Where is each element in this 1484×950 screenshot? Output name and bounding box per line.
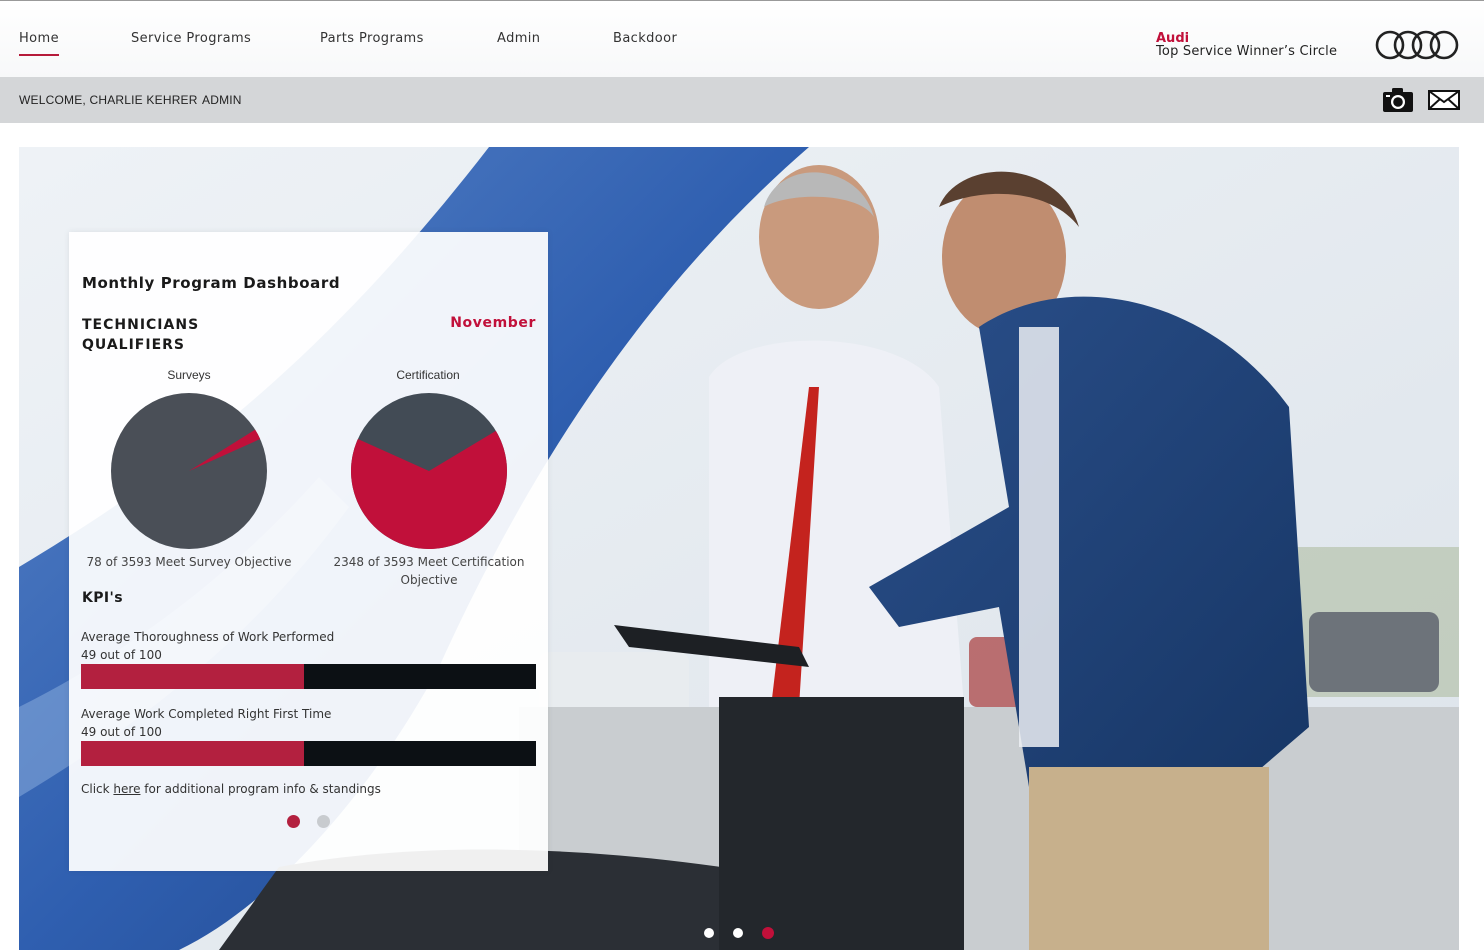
audi-rings-icon[interactable] [1375, 29, 1461, 61]
card-carousel-dot-1[interactable] [287, 815, 300, 828]
kpi-1-name: Average Thoroughness of Work Performed [81, 630, 335, 644]
section-title: TECHNICIANS QUALIFIERS [82, 315, 199, 355]
brand-subtitle: Top Service Winner’s Circle [1156, 44, 1338, 59]
certification-caption-line2: Objective [400, 573, 458, 587]
kpi-2-value: 49 out of 100 [81, 725, 162, 739]
admin-link[interactable]: ADMIN [202, 93, 242, 107]
hero-carousel-dot-3[interactable] [762, 927, 774, 939]
section-title-line2: QUALIFIERS [82, 337, 186, 353]
mail-icon[interactable] [1428, 90, 1460, 110]
kpi-1-progress-fill [81, 664, 304, 689]
camera-icon[interactable] [1382, 87, 1414, 113]
dashboard-month: November [450, 315, 536, 331]
section-title-line1: TECHNICIANS [82, 317, 200, 333]
nav-home[interactable]: Home [19, 31, 59, 56]
dashboard-title: Monthly Program Dashboard [82, 274, 341, 292]
kpi-2-name: Average Work Completed Right First Time [81, 707, 332, 721]
nav-backdoor[interactable]: Backdoor [613, 31, 677, 46]
card-carousel-dot-2[interactable] [317, 815, 330, 828]
certification-pie-label: Certification [396, 368, 460, 382]
surveys-pie-label: Surveys [167, 368, 211, 382]
hero-carousel-dot-2[interactable] [733, 928, 743, 938]
additional-info-link[interactable]: here [113, 782, 140, 796]
footer-prefix: Click [81, 782, 114, 796]
nav-parts-programs[interactable]: Parts Programs [320, 31, 424, 46]
surveys-pie-chart[interactable] [110, 392, 268, 550]
welcome-bar: WELCOME, CHARLIE KEHRER ADMIN [0, 77, 1484, 123]
kpi-1-value: 49 out of 100 [81, 648, 162, 662]
monthly-dashboard-card: Monthly Program Dashboard TECHNICIANS QU… [69, 232, 548, 871]
welcome-greeting: WELCOME, CHARLIE KEHRER [19, 93, 198, 107]
brand-block: Audi Top Service Winner’s Circle [1156, 32, 1337, 58]
kpi-2-progress-fill [81, 741, 304, 766]
hero-carousel-dot-1[interactable] [704, 928, 714, 938]
surveys-pie-caption: 78 of 3593 Meet Survey Objective [86, 555, 292, 569]
kpi-section-title: KPI's [82, 590, 123, 606]
kpi-1-progress-bar [81, 664, 536, 689]
top-navigation-bar: Home Service Programs Parts Programs Adm… [0, 0, 1484, 77]
nav-admin[interactable]: Admin [497, 31, 540, 46]
additional-info-note: Click here for additional program info &… [81, 782, 381, 796]
footer-suffix: for additional program info & standings [140, 782, 381, 796]
certification-pie-caption: 2348 of 3593 Meet Certification Objectiv… [319, 553, 539, 589]
kpi-2-progress-bar [81, 741, 536, 766]
certification-pie-chart[interactable] [350, 392, 508, 550]
certification-caption-line1: 2348 of 3593 Meet Certification [333, 555, 525, 569]
nav-service-programs[interactable]: Service Programs [131, 31, 251, 46]
